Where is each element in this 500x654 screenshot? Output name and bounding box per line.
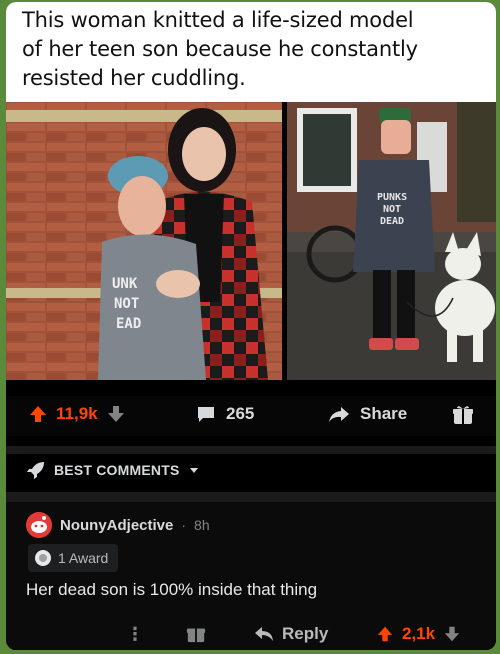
post-score: 11,9k — [56, 404, 98, 423]
comment-age: 8h — [194, 517, 210, 533]
left-sweater-line-2: NOT — [114, 296, 139, 312]
comment-actions: ⋮ Reply 2,1k — [6, 622, 496, 650]
reply-icon — [254, 625, 274, 643]
comment-username[interactable]: NounyAdjective — [60, 517, 173, 534]
right-sweater-line-3: DEAD — [380, 216, 404, 227]
upvote-icon[interactable] — [376, 625, 394, 643]
rocket-icon — [26, 460, 46, 480]
comment-body: Her dead son is 100% inside that thing — [26, 580, 318, 599]
upvote-icon[interactable] — [28, 404, 48, 424]
comment: NounyAdjective · 8h 1 Award Her dead son… — [6, 502, 496, 650]
comment-sort-dropdown[interactable]: BEST COMMENTS — [26, 460, 200, 480]
award-icon[interactable] — [186, 624, 206, 644]
reply-button[interactable]: Reply — [254, 624, 328, 644]
right-sweater-line-1: PUNKS — [377, 192, 407, 203]
share-label: Share — [360, 404, 408, 423]
caption-line-2: of her teen son because he constantly — [22, 37, 418, 61]
comment-vote-group: 2,1k — [376, 624, 461, 644]
share-icon — [328, 404, 350, 424]
left-sweater-line-3: EAD — [116, 316, 141, 332]
divider — [6, 492, 496, 502]
meta-separator: · — [181, 517, 187, 533]
post-action-bar: 11,9k 265 Share — [6, 396, 496, 436]
comment-header: NounyAdjective · 8h — [26, 512, 210, 538]
left-sweater-line-1: UNK — [112, 276, 138, 292]
comment-score: 2,1k — [402, 624, 436, 643]
caption-box: This woman knitted a life-sized model of… — [6, 2, 496, 102]
downvote-icon[interactable] — [106, 404, 126, 424]
photo-right: PUNKS NOT DEAD — [287, 102, 496, 380]
post-vote-group: 11,9k — [28, 404, 126, 424]
sort-label: BEST COMMENTS — [54, 462, 180, 478]
comment-count: 265 — [226, 404, 255, 423]
post-image[interactable]: UNK NOT EAD PUNKS NOT DEAD — [6, 102, 496, 380]
award-button[interactable] — [452, 404, 474, 426]
downvote-icon[interactable] — [443, 625, 461, 643]
divider — [6, 446, 496, 454]
reply-label: Reply — [282, 624, 329, 643]
more-icon[interactable]: ⋮ — [126, 624, 145, 645]
photo-left: UNK NOT EAD — [6, 102, 282, 380]
award-label: 1 Award — [58, 550, 109, 566]
chevron-down-icon — [188, 464, 200, 476]
screenshot-frame: This woman knitted a life-sized model of… — [6, 2, 496, 650]
comment-icon — [196, 404, 216, 424]
award-badge[interactable]: 1 Award — [28, 544, 119, 572]
caption-line-3: resisted her cuddling. — [22, 66, 246, 90]
share-button[interactable]: Share — [328, 404, 407, 424]
comments-button[interactable]: 265 — [196, 404, 254, 424]
avatar-icon[interactable] — [26, 512, 52, 538]
award-icon — [453, 406, 473, 424]
caption-line-1: This woman knitted a life-sized model — [22, 8, 414, 32]
award-medal-icon — [34, 549, 52, 567]
right-sweater-line-2: NOT — [383, 204, 401, 215]
